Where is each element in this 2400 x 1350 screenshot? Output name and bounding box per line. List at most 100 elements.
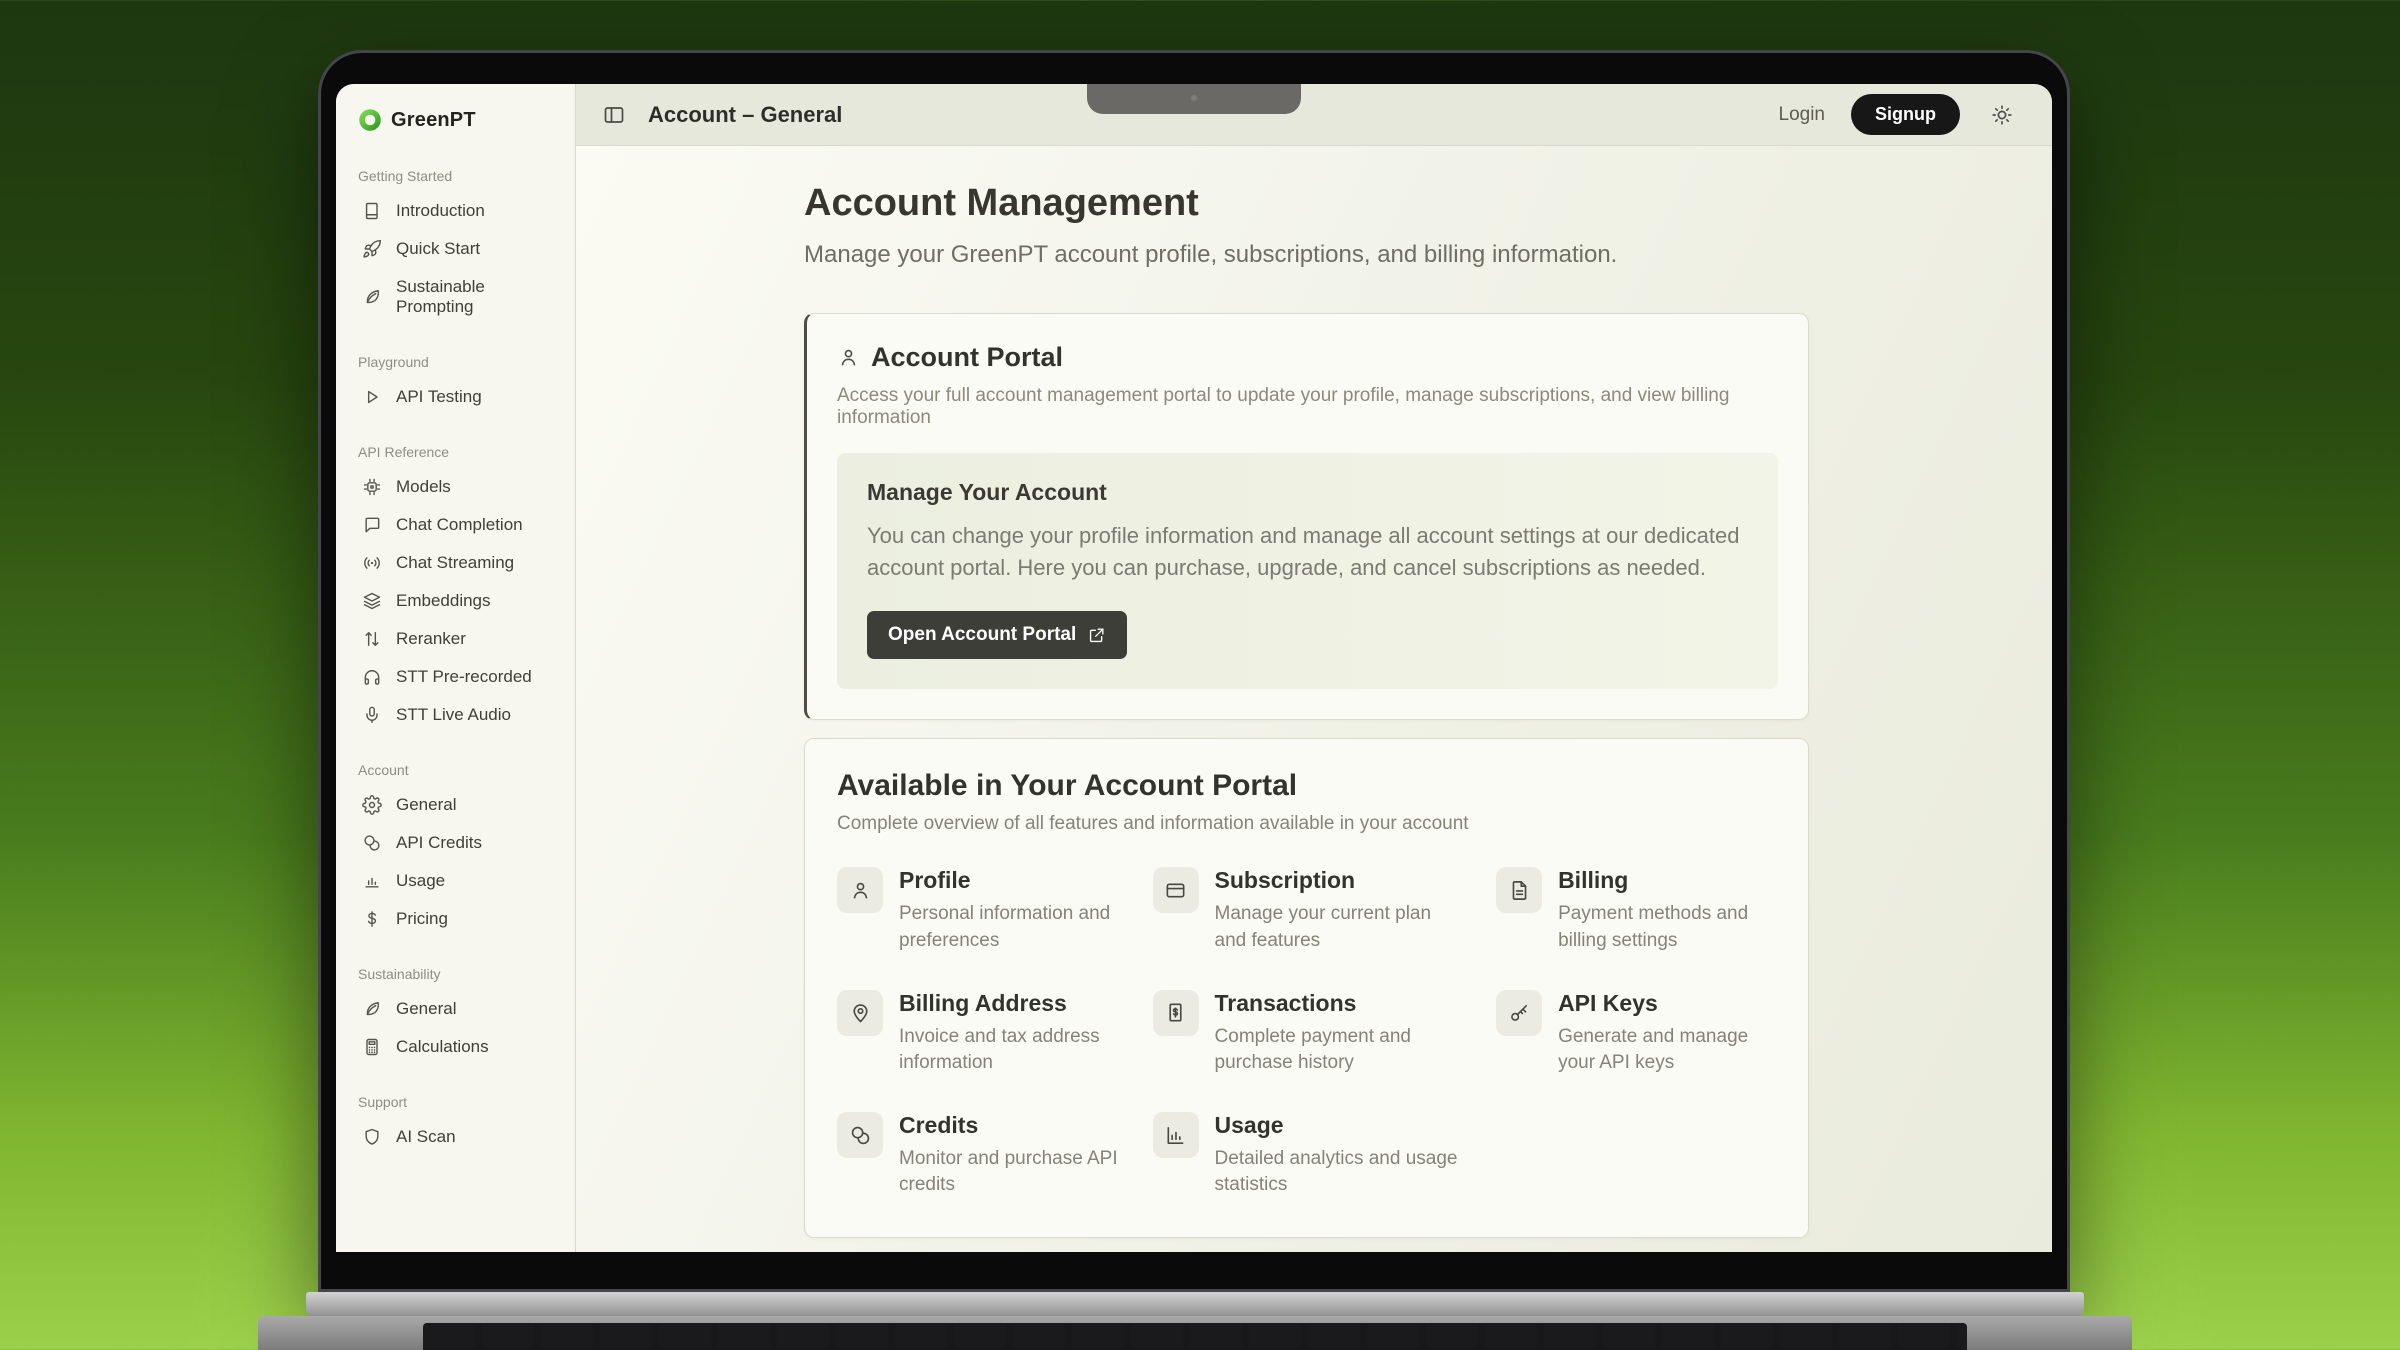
rocket-icon: [362, 239, 382, 259]
sidebar-item-introduction[interactable]: Introduction: [358, 192, 557, 230]
credit-card-icon: [1164, 879, 1187, 902]
sidebar-item-label: General: [396, 795, 456, 815]
coins-icon: [362, 833, 382, 853]
feature-title: Billing Address: [899, 990, 1123, 1017]
feature-title: Profile: [899, 867, 1123, 894]
feature-billing: Billing Payment methods and billing sett…: [1496, 867, 1776, 953]
sidebar-item-label: Quick Start: [396, 239, 480, 259]
dollar-icon: [362, 909, 382, 929]
feature-description: Generate and manage your API keys: [1558, 1024, 1776, 1076]
bar-chart-icon: [362, 871, 382, 891]
sidebar-item-chat-completion[interactable]: Chat Completion: [358, 506, 557, 544]
feature-api-keys: API Keys Generate and manage your API ke…: [1496, 990, 1776, 1076]
feature-description: Invoice and tax address information: [899, 1024, 1123, 1076]
portal-features-title: Available in Your Account Portal: [837, 769, 1776, 803]
sidebar-item-label: Calculations: [396, 1037, 489, 1057]
sidebar-section-sustainability: Sustainability: [358, 966, 557, 982]
manage-account-body: You can change your profile information …: [867, 520, 1748, 583]
sidebar-item-stt-live-audio[interactable]: STT Live Audio: [358, 696, 557, 734]
sidebar-item-account-general[interactable]: General: [358, 786, 557, 824]
feature-credits: Credits Monitor and purchase API credits: [837, 1112, 1123, 1198]
open-account-portal-button[interactable]: Open Account Portal: [867, 611, 1127, 659]
brand-name: GreenPT: [391, 109, 476, 132]
sidebar-item-label: Usage: [396, 871, 445, 891]
play-icon: [362, 387, 382, 407]
sort-arrows-icon: [362, 629, 382, 649]
theme-toggle-button[interactable]: [1990, 103, 2014, 127]
content-column: Account – General Login Signup Account M…: [576, 84, 2052, 1252]
person-icon: [849, 879, 872, 902]
feature-title: Subscription: [1215, 867, 1465, 894]
sidebar-item-pricing[interactable]: Pricing: [358, 900, 557, 938]
sidebar-item-label: Embeddings: [396, 591, 491, 611]
account-portal-description: Access your full account management port…: [837, 385, 1778, 429]
feature-title: Usage: [1215, 1112, 1465, 1139]
feature-subscription: Subscription Manage your current plan an…: [1153, 867, 1467, 953]
brand-logo[interactable]: GreenPT: [358, 108, 557, 132]
manage-account-title: Manage Your Account: [867, 479, 1748, 506]
sidebar-item-quick-start[interactable]: Quick Start: [358, 230, 557, 268]
sidebar-item-label: Reranker: [396, 629, 466, 649]
features-grid: Profile Personal information and prefere…: [837, 867, 1776, 1198]
laptop-screen: GreenPT Getting Started Introduction Qui…: [336, 84, 2052, 1252]
manage-account-box: Manage Your Account You can change your …: [837, 453, 1778, 689]
breadcrumb-title: Account – General: [648, 102, 842, 128]
sidebar-item-label: API Credits: [396, 833, 482, 853]
person-icon: [837, 346, 860, 369]
chip-icon: [362, 477, 382, 497]
signup-button[interactable]: Signup: [1851, 94, 1960, 135]
sidebar-item-ai-scan[interactable]: AI Scan: [358, 1118, 557, 1156]
sidebar-item-embeddings[interactable]: Embeddings: [358, 582, 557, 620]
sidebar-item-label: STT Pre-recorded: [396, 667, 532, 687]
main-content: Account Management Manage your GreenPT a…: [576, 146, 2052, 1252]
sidebar-item-api-testing[interactable]: API Testing: [358, 378, 557, 416]
feature-profile: Profile Personal information and prefere…: [837, 867, 1123, 953]
external-link-icon: [1087, 626, 1106, 645]
sidebar-item-models[interactable]: Models: [358, 468, 557, 506]
bar-chart-icon: [1164, 1124, 1187, 1147]
sidebar-item-label: Sustainable Prompting: [396, 277, 553, 317]
sidebar-item-label: Chat Completion: [396, 515, 523, 535]
key-icon: [1508, 1001, 1531, 1024]
sidebar-section-account: Account: [358, 762, 557, 778]
feature-usage: Usage Detailed analytics and usage stati…: [1153, 1112, 1467, 1198]
sidebar-item-usage[interactable]: Usage: [358, 862, 557, 900]
laptop-keyboard-deck: [258, 1316, 2132, 1350]
account-portal-card: Account Portal Access your full account …: [804, 313, 1809, 720]
sidebar-toggle-button[interactable]: [602, 103, 626, 127]
account-portal-title: Account Portal: [871, 342, 1063, 373]
sidebar-item-chat-streaming[interactable]: Chat Streaming: [358, 544, 557, 582]
page-subtitle: Manage your GreenPT account profile, sub…: [804, 241, 2052, 269]
sidebar-item-stt-pre-recorded[interactable]: STT Pre-recorded: [358, 658, 557, 696]
portal-features-card: Available in Your Account Portal Complet…: [804, 738, 1809, 1237]
sidebar-item-sustainability-general[interactable]: General: [358, 990, 557, 1028]
panel-left-icon: [602, 103, 626, 127]
sidebar-item-api-credits[interactable]: API Credits: [358, 824, 557, 862]
sidebar-section-playground: Playground: [358, 354, 557, 370]
sidebar-item-label: General: [396, 999, 456, 1019]
book-icon: [362, 201, 382, 221]
feature-description: Manage your current plan and features: [1215, 901, 1465, 953]
login-link[interactable]: Login: [1779, 104, 1826, 126]
feature-description: Personal information and preferences: [899, 901, 1123, 953]
feature-title: Billing: [1558, 867, 1776, 894]
sidebar: GreenPT Getting Started Introduction Qui…: [336, 84, 576, 1252]
sun-icon: [1990, 103, 2014, 127]
sidebar-item-calculations[interactable]: Calculations: [358, 1028, 557, 1066]
sidebar-item-reranker[interactable]: Reranker: [358, 620, 557, 658]
feature-title: Transactions: [1215, 990, 1465, 1017]
laptop-screen-frame: GreenPT Getting Started Introduction Qui…: [318, 50, 2070, 1292]
topbar: Account – General Login Signup: [576, 84, 2052, 146]
feature-description: Monitor and purchase API credits: [899, 1146, 1123, 1198]
page-title: Account Management: [804, 182, 2052, 225]
microphone-icon: [362, 705, 382, 725]
sidebar-item-label: Chat Streaming: [396, 553, 514, 573]
sidebar-section-getting-started: Getting Started: [358, 168, 557, 184]
sidebar-item-sustainable-prompting[interactable]: Sustainable Prompting: [358, 268, 557, 326]
laptop-camera: [1189, 93, 1199, 103]
sidebar-item-label: STT Live Audio: [396, 705, 511, 725]
feature-title: API Keys: [1558, 990, 1776, 1017]
feature-description: Detailed analytics and usage statistics: [1215, 1146, 1465, 1198]
leaf-icon: [362, 999, 382, 1019]
laptop-notch: [1087, 84, 1301, 114]
